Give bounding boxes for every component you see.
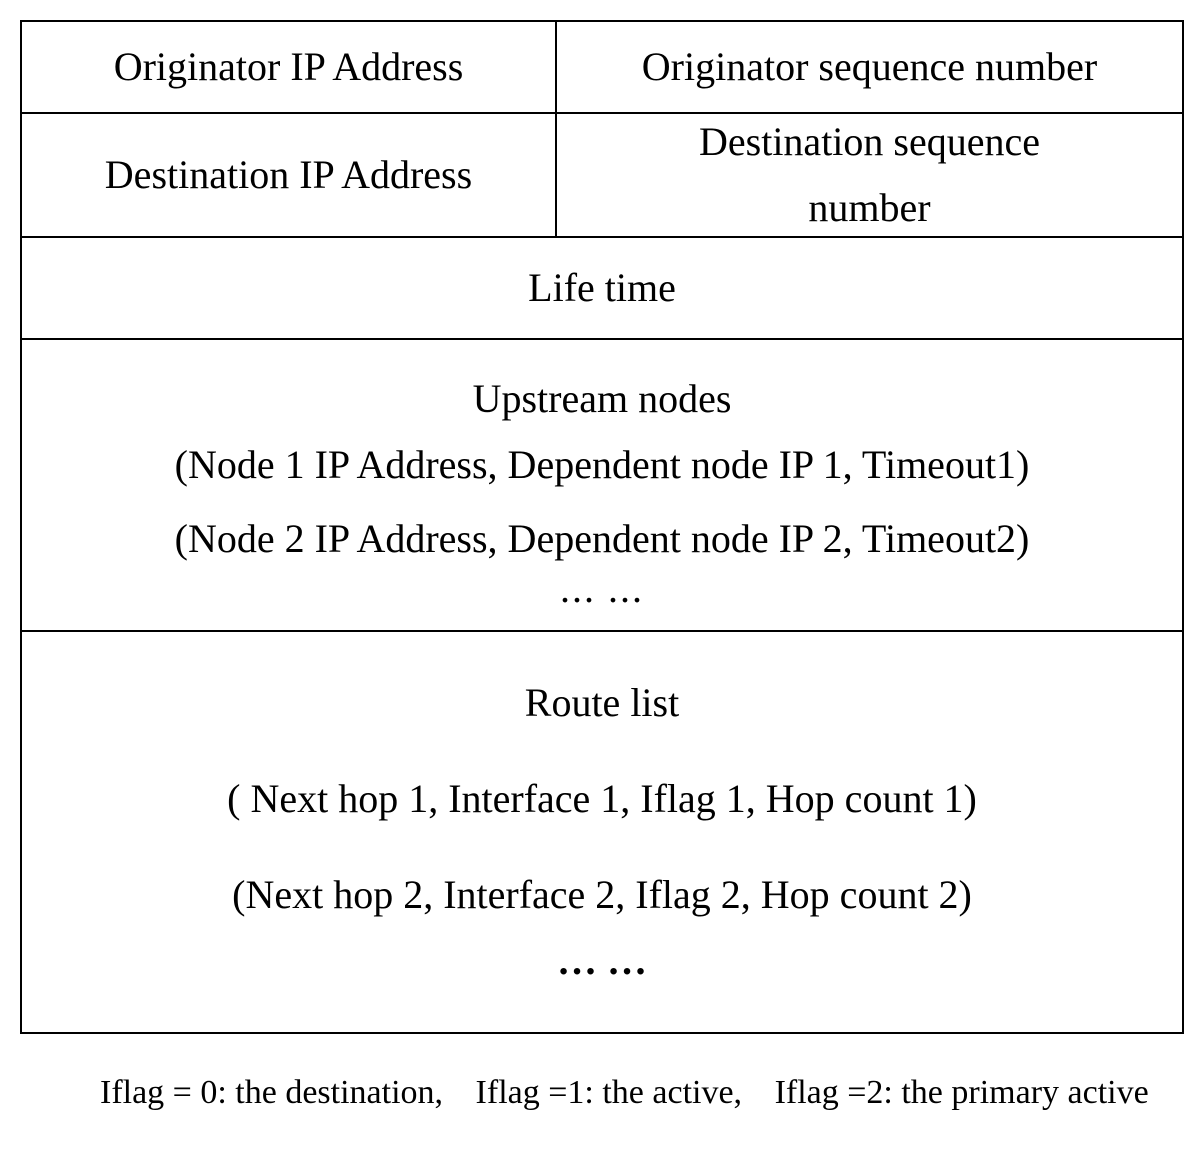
route-block: Route list ( Next hop 1, Interface 1, If…: [22, 632, 1182, 1032]
row-route-list: Route list ( Next hop 1, Interface 1, If…: [22, 632, 1182, 1032]
route-entry-1: ( Next hop 1, Interface 1, Iflag 1, Hop …: [227, 772, 977, 826]
destination-ip-label: Destination IP Address: [22, 114, 557, 236]
row-originator: Originator IP Address Originator sequenc…: [22, 22, 1182, 114]
route-entry-2: (Next hop 2, Interface 2, Iflag 2, Hop c…: [232, 868, 972, 922]
row-lifetime: Life time: [22, 238, 1182, 340]
dest-seq-l1: Destination sequence: [699, 115, 1040, 169]
legend-iflag-1: Iflag =1: the active,: [476, 1074, 743, 1111]
route-title: Route list: [525, 676, 679, 730]
upstream-ellipsis: ... ...: [560, 562, 644, 616]
iflag-legend: Iflag = 0: the destination, Iflag =1: th…: [100, 1074, 1181, 1112]
row-upstream-nodes: Upstream nodes (Node 1 IP Address, Depen…: [22, 340, 1182, 632]
dest-seq-l2: number: [808, 181, 930, 235]
route-ellipsis: … …: [557, 934, 647, 988]
row-destination: Destination IP Address Destination seque…: [22, 114, 1182, 238]
upstream-title: Upstream nodes: [473, 372, 732, 426]
lifetime-label: Life time: [22, 238, 1182, 338]
originator-ip-label: Originator IP Address: [22, 22, 557, 112]
upstream-block: Upstream nodes (Node 1 IP Address, Depen…: [22, 340, 1182, 630]
upstream-entry-2: (Node 2 IP Address, Dependent node IP 2,…: [175, 512, 1030, 566]
legend-iflag-2: Iflag =2: the primary active: [775, 1074, 1149, 1111]
legend-iflag-0: Iflag = 0: the destination,: [100, 1074, 443, 1111]
destination-seq-label: Destination sequence number: [557, 114, 1182, 236]
packet-table: Originator IP Address Originator sequenc…: [20, 20, 1184, 1034]
upstream-entry-1: (Node 1 IP Address, Dependent node IP 1,…: [175, 438, 1030, 492]
originator-seq-label: Originator sequence number: [557, 22, 1182, 112]
